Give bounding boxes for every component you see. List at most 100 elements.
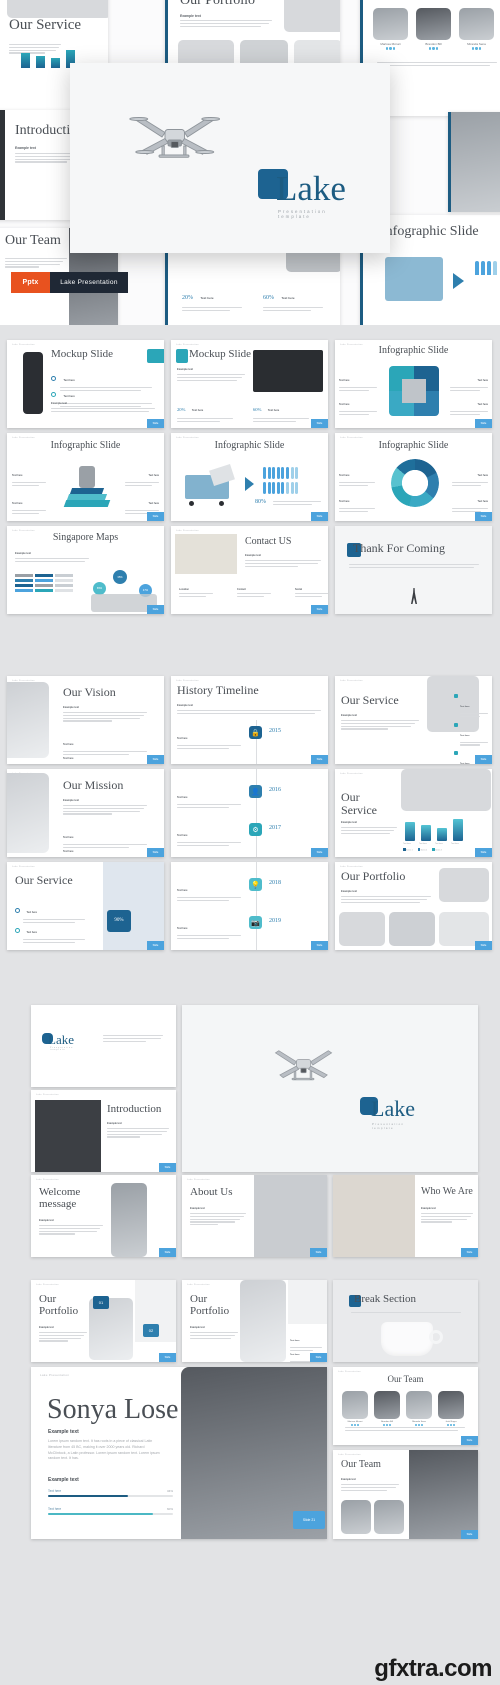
slide-history-timeline[interactable]: Lake Presentation History Timeline Examp… <box>171 676 328 764</box>
timeline-axis <box>256 862 257 950</box>
slide-break-section[interactable]: Break Section <box>333 1280 478 1362</box>
photo-mug <box>381 1322 433 1356</box>
social-dots[interactable] <box>342 1424 368 1426</box>
body-lines <box>452 482 488 486</box>
feature-page-chip[interactable]: Slide 21 <box>293 1511 325 1529</box>
team-member[interactable]: Brandon Bill <box>374 1391 400 1426</box>
page-chip[interactable]: Slide <box>461 1436 478 1445</box>
team-grid: Marissa Mcnari Brandon Bill Miranda Sena… <box>342 1391 464 1426</box>
slide-infographic-donut[interactable]: Lake Presentation Infographic Slide Text… <box>335 433 492 521</box>
slide-tag: Lake Presentation <box>36 1179 59 1181</box>
page-chip[interactable]: Slide <box>147 512 164 521</box>
cart-graphic <box>385 257 443 301</box>
page-chip[interactable]: Slide <box>461 1248 478 1257</box>
slide-contact-us[interactable]: Lake Presentation Contact US Example tex… <box>171 526 328 614</box>
slide-our-portfolio-3[interactable]: Lake Presentation Our Portfolio Example … <box>335 862 492 950</box>
slide-our-vision[interactable]: Lake Presentation Our Vision Example tex… <box>7 676 164 764</box>
slide-our-portfolio-a[interactable]: Lake Presentation Our Portfolio Example … <box>31 1280 176 1362</box>
page-chip[interactable]: Slide <box>311 941 328 950</box>
slide-about-us[interactable]: Lake Presentation About Us Example text … <box>182 1175 327 1257</box>
entry-label: Text here <box>177 796 188 799</box>
slide-infographic-cart[interactable]: Lake Presentation Infographic Slide 80% … <box>171 433 328 521</box>
timeline-entry: Text here <box>177 785 241 810</box>
social-dots[interactable] <box>459 47 494 50</box>
team-member[interactable]: Marissa Mcnari <box>342 1391 368 1426</box>
page-chip[interactable]: Slide <box>310 1248 327 1257</box>
slide-introduction[interactable]: Lake Presentation Introduction Example t… <box>31 1090 176 1172</box>
slide-kicker: Example text <box>245 554 262 557</box>
page-chip[interactable]: Slide <box>311 848 328 857</box>
people-chart <box>263 467 299 479</box>
map-pin[interactable]: 35% <box>113 570 127 584</box>
format-badge[interactable]: Pptx <box>11 272 50 293</box>
slide-who-we-are[interactable]: Who We Are Example text Slide <box>333 1175 478 1257</box>
slide-timeline-3[interactable]: Text here 💡 2018 Text here 📷 2019 Slide <box>171 862 328 950</box>
slide-infographic-arrows[interactable]: Lake Presentation Infographic Slide Text… <box>335 340 492 428</box>
slide-our-service-3[interactable]: Lake Presentation Our Service Text here … <box>7 862 164 950</box>
slide-sonya-lose-feature[interactable]: Lake Presentation Sonya Lose Example tex… <box>31 1367 327 1539</box>
slide-our-service-2[interactable]: Lake Presentation Our Service Example te… <box>335 769 492 857</box>
page-chip[interactable]: Slide <box>475 419 492 428</box>
bar <box>453 819 463 841</box>
social-dots[interactable] <box>374 1424 400 1426</box>
social-dots[interactable] <box>416 47 451 50</box>
page-chip[interactable]: Slide <box>475 941 492 950</box>
page-chip[interactable]: Slide <box>147 848 164 857</box>
hero-slide-photo-beach[interactable] <box>448 112 500 212</box>
timeline-entry: Text here <box>177 726 241 751</box>
page-chip[interactable]: Slide <box>311 755 328 764</box>
stat-badge[interactable]: 90% <box>107 910 131 932</box>
team-member[interactable]: Josh Roger <box>438 1391 464 1426</box>
page-chip[interactable]: Slide <box>147 605 164 614</box>
number-badge[interactable]: 02 <box>143 1324 159 1337</box>
team-member[interactable]: Marissa Mcnari <box>373 8 408 50</box>
page-chip[interactable]: Slide <box>310 1353 327 1362</box>
slide-our-team-photos[interactable]: Lake Presentation Our Team Example text … <box>333 1450 478 1539</box>
slide-our-mission[interactable]: Lake Presentation Our Mission Example te… <box>7 769 164 857</box>
person-name: Sonya Lose <box>47 1394 179 1425</box>
hero-feature-card[interactable]: Lake Presentation template <box>70 63 390 253</box>
page-chip[interactable]: Slide <box>159 1248 176 1257</box>
page-chip[interactable]: Slide <box>475 755 492 764</box>
page-chip[interactable]: Slide <box>475 512 492 521</box>
page-chip[interactable]: Slide <box>147 941 164 950</box>
page-chip[interactable]: Slide <box>159 1353 176 1362</box>
team-member[interactable]: Miranda Sena <box>406 1391 432 1426</box>
page-chip[interactable]: Slide <box>311 605 328 614</box>
page-chip[interactable]: Slide <box>461 1530 478 1539</box>
slide-mockup-laptop[interactable]: Lake Presentation Mockup Slide Example t… <box>171 340 328 428</box>
team-member[interactable]: Brandon Bill <box>416 8 451 50</box>
body-lines <box>177 842 241 846</box>
slide-feature-lake-title[interactable]: Lake Presentation template <box>182 1005 478 1172</box>
social-dots[interactable] <box>373 47 408 50</box>
slide-mockup-phone[interactable]: Lake Presentation Mockup Slide Text here… <box>7 340 164 428</box>
timeline-entry: Text here <box>177 878 241 903</box>
slide-welcome-message[interactable]: Lake Presentation Welcome message Exampl… <box>31 1175 176 1257</box>
label-group: Text here <box>125 463 159 488</box>
slide-thank-you[interactable]: Thank For Coming <box>335 526 492 614</box>
page-chip[interactable]: Slide <box>311 419 328 428</box>
slide-infographic-books[interactable]: Lake Presentation Infographic Slide Text… <box>7 433 164 521</box>
number-badge[interactable]: 01 <box>93 1296 109 1309</box>
tick-label: Text here <box>435 843 443 845</box>
slide-tag: Lake Presentation <box>187 1284 210 1286</box>
slide-timeline-2[interactable]: Text here 👤 2016 Text here ⚙ 2017 Slide <box>171 769 328 857</box>
social-dots[interactable] <box>406 1424 432 1426</box>
page-chip[interactable]: Slide <box>147 419 164 428</box>
slide-singapore-maps[interactable]: Lake Presentation Singapore Maps Example… <box>7 526 164 614</box>
page-chip[interactable]: Slide <box>311 512 328 521</box>
slide-lake-cover[interactable]: Lake Presentation template <box>31 1005 176 1087</box>
page-chip[interactable]: Slide <box>147 755 164 764</box>
slide-tag: Lake Presentation <box>12 866 35 868</box>
product-title-badge[interactable]: Lake Presentation <box>50 272 128 293</box>
social-dots[interactable] <box>438 1424 464 1426</box>
slide-our-portfolio-b[interactable]: Lake Presentation Our Portfolio Example … <box>182 1280 327 1362</box>
gear-icon: ⚙ <box>249 823 262 836</box>
page-chip[interactable]: Slide <box>475 848 492 857</box>
slide-our-team-grid[interactable]: Lake Presentation Our Team Marissa Mcnar… <box>333 1367 478 1445</box>
slide-tag: Lake Presentation <box>176 530 199 532</box>
team-member[interactable]: Miranda Sena <box>459 8 494 50</box>
slide-our-service-1[interactable]: Lake Presentation Our Service Example te… <box>335 676 492 764</box>
slide-tag: Lake Presentation <box>340 773 363 775</box>
page-chip[interactable]: Slide <box>159 1163 176 1172</box>
